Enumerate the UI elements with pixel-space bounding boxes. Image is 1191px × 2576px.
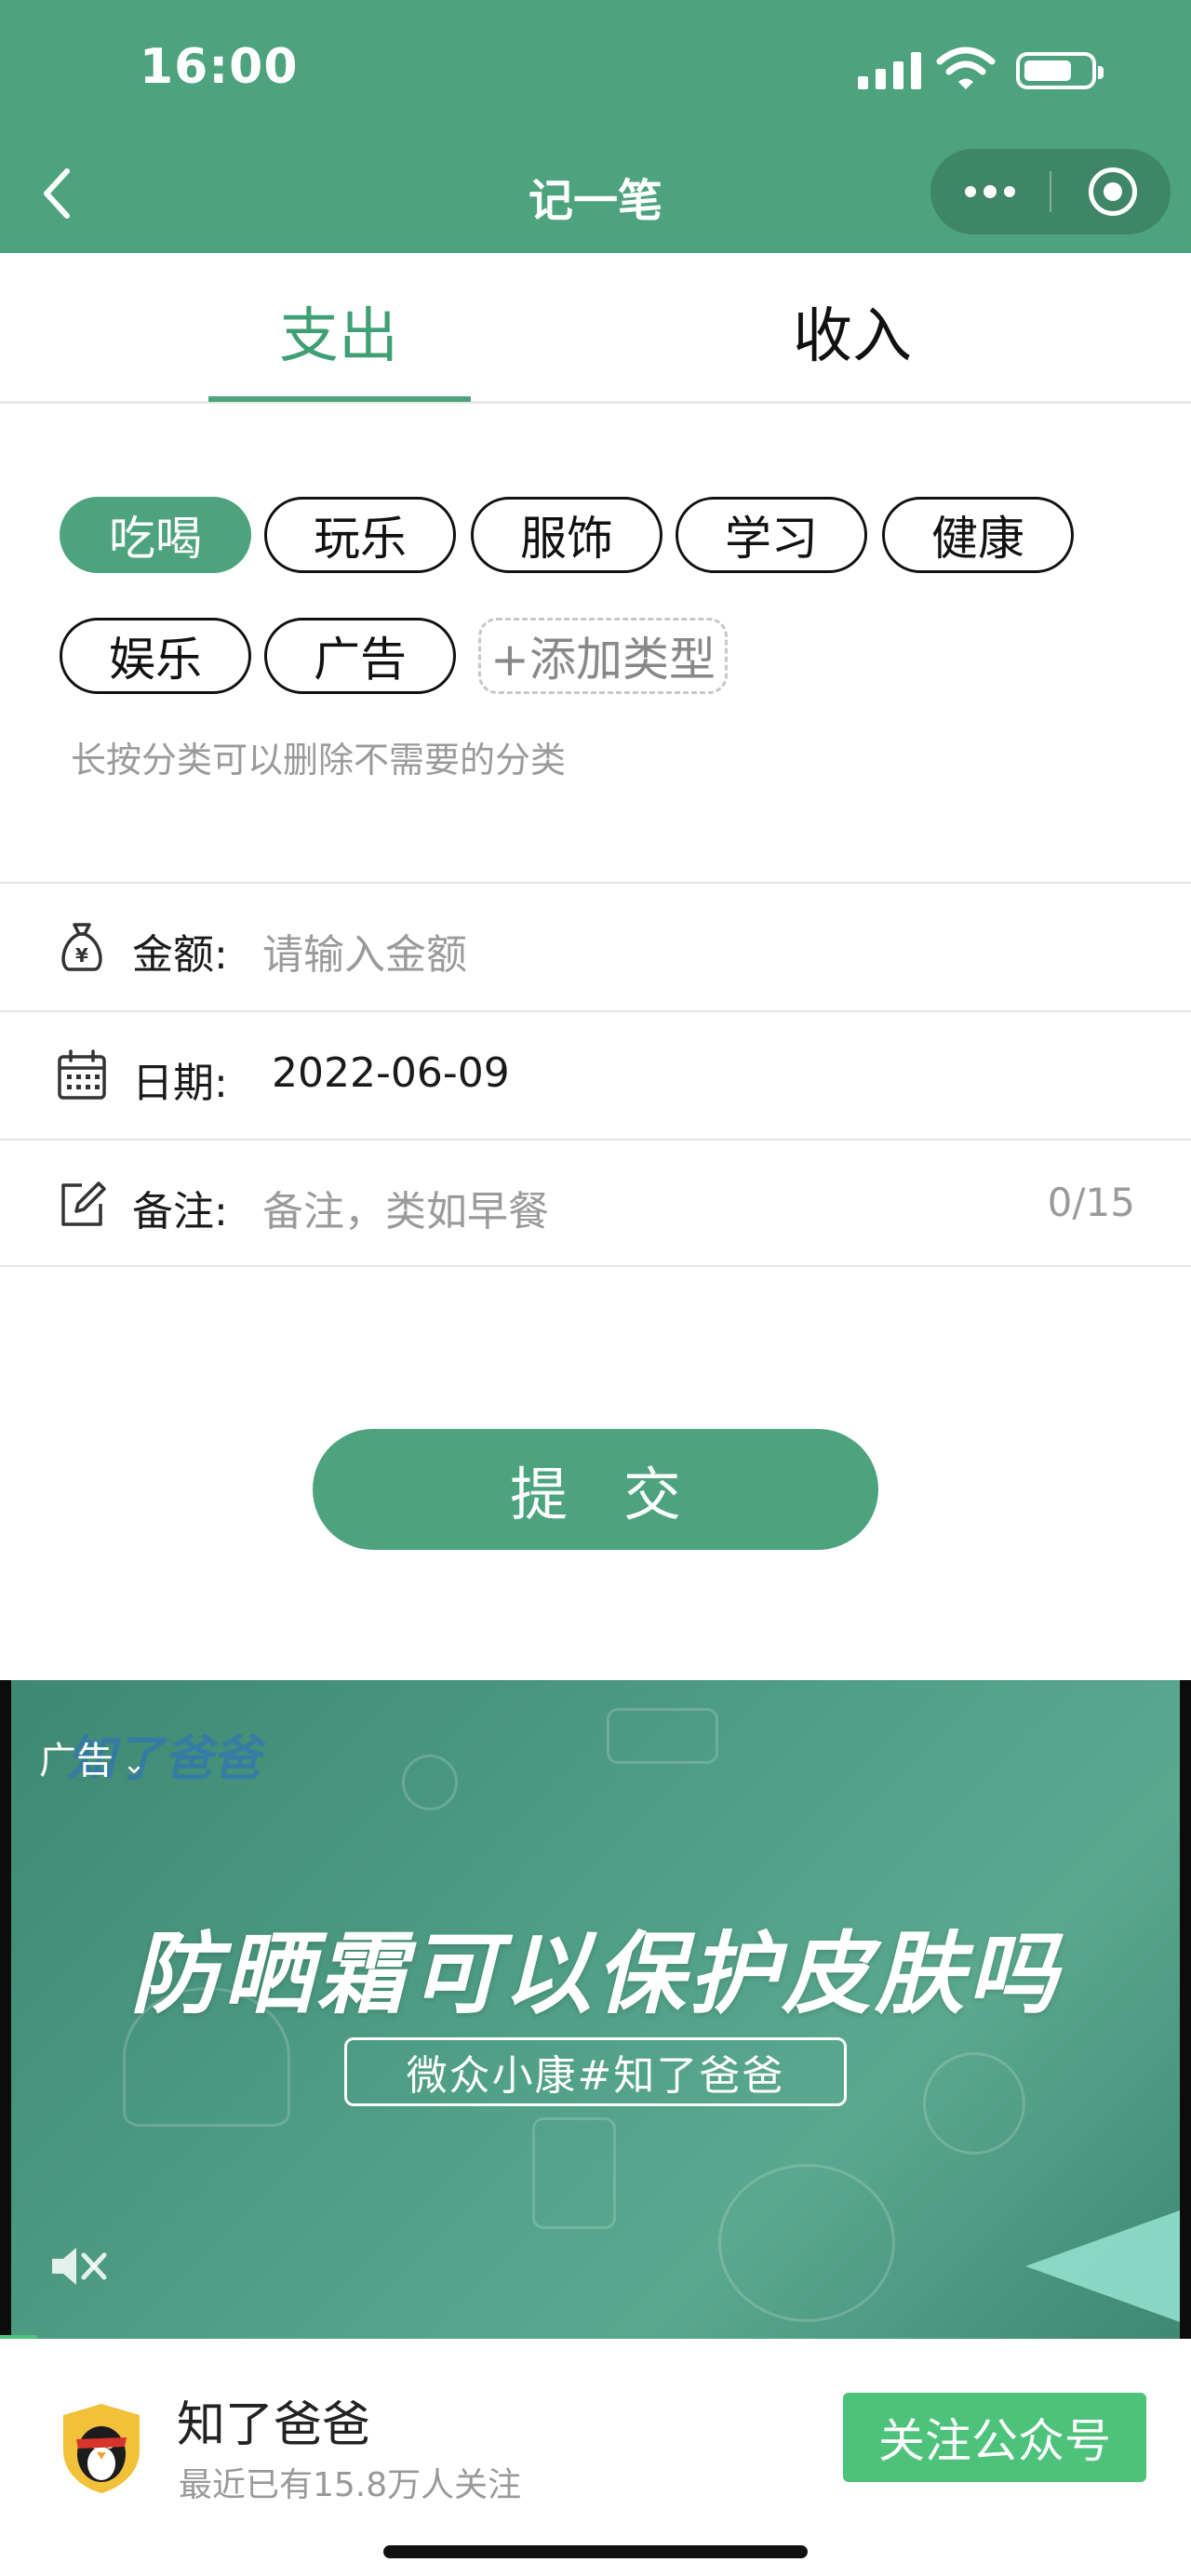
category-chip-study[interactable]: 学习 (676, 497, 867, 573)
date-label: 日期: (132, 1060, 228, 1107)
dot-icon (965, 186, 976, 197)
category-hint: 长按分类可以删除不需要的分类 (71, 740, 567, 781)
follow-account-button[interactable]: 关注公众号 (843, 2393, 1146, 2482)
ad-subtitle: 微众小康#知了爸爸 (344, 2037, 847, 2106)
active-tab-indicator (208, 396, 471, 402)
home-indicator[interactable] (383, 2545, 808, 2558)
mute-icon[interactable] (47, 2238, 112, 2294)
cellular-signal-icon (858, 52, 921, 89)
dot-icon (1004, 186, 1015, 197)
ad-headline: 防晒霜可以保护皮肤吗 (130, 1922, 1061, 2026)
ad-label-dropdown[interactable]: 广告 ⌄ (39, 1730, 146, 1784)
edit-icon (61, 1181, 106, 1226)
category-chip-food[interactable]: 吃喝 (60, 497, 251, 573)
note-row[interactable]: 备注: 备注，类如早餐 0/15 (0, 1139, 1191, 1267)
battery-icon (1016, 52, 1104, 89)
amount-label: 金额: (132, 931, 228, 979)
note-char-counter: 0/15 (1047, 1180, 1135, 1225)
submit-button[interactable]: 提 交 (313, 1429, 878, 1550)
money-bag-icon: ¥ (61, 923, 102, 971)
mini-program-capsule (930, 149, 1171, 234)
add-category-button[interactable]: +添加类型 (478, 618, 728, 694)
amount-input[interactable]: 请输入金额 (262, 921, 467, 981)
note-input[interactable]: 备注，类如早餐 (262, 1178, 549, 1237)
stethoscope-decoration (402, 1755, 458, 1810)
account-followers: 最近已有15.8万人关注 (179, 2466, 522, 2504)
ad-account-bar: 知了爸爸 最近已有15.8万人关注 关注公众号 (0, 2339, 1191, 2576)
paper-plane-decoration (1025, 2210, 1180, 2322)
dot-icon (984, 185, 997, 198)
account-avatar[interactable] (60, 2402, 143, 2495)
amount-row[interactable]: ¥ 金额: 请输入金额 (0, 882, 1191, 1010)
wifi-icon (936, 47, 996, 89)
close-mini-program-button[interactable] (1089, 167, 1137, 216)
ad-label-text: 广告 (39, 1740, 114, 1782)
category-chip-ads[interactable]: 广告 (264, 618, 456, 694)
chevron-down-icon: ⌄ (114, 1748, 146, 1781)
ad-banner[interactable]: 知了爸爸 广告 ⌄ 防晒霜可以保护皮肤吗 微众小康#知了爸爸 (0, 1680, 1191, 2341)
heart-decoration (718, 2164, 895, 2322)
ad-video[interactable]: 知了爸爸 广告 ⌄ 防晒霜可以保护皮肤吗 微众小康#知了爸爸 (11, 1680, 1180, 2339)
tab-expense[interactable]: 支出 (279, 288, 398, 374)
category-chip-health[interactable]: 健康 (882, 497, 1074, 573)
category-chip-fun[interactable]: 玩乐 (264, 497, 456, 573)
capsule-divider (1050, 171, 1051, 212)
category-chip-clothing[interactable]: 服饰 (471, 497, 662, 573)
note-label: 备注: (132, 1188, 228, 1235)
svg-text:¥: ¥ (75, 944, 88, 967)
status-time: 16:00 (140, 39, 299, 95)
header-bar: 16:00 记一笔 (0, 0, 1191, 253)
category-chip-entertainment[interactable]: 娱乐 (60, 618, 251, 694)
account-name: 知了爸爸 (177, 2397, 371, 2453)
date-row[interactable]: 日期: 2022-06-09 (0, 1010, 1191, 1139)
calendar-icon (58, 1049, 106, 1100)
pill-decoration (607, 1708, 718, 1764)
more-menu-button[interactable] (930, 149, 1050, 234)
mask-decoration (923, 2052, 1025, 2155)
tab-income[interactable]: 收入 (793, 288, 912, 374)
clipboard-decoration (532, 2117, 616, 2229)
date-picker[interactable]: 2022-06-09 (272, 1049, 510, 1097)
type-tabs: 支出 收入 (0, 253, 1191, 404)
